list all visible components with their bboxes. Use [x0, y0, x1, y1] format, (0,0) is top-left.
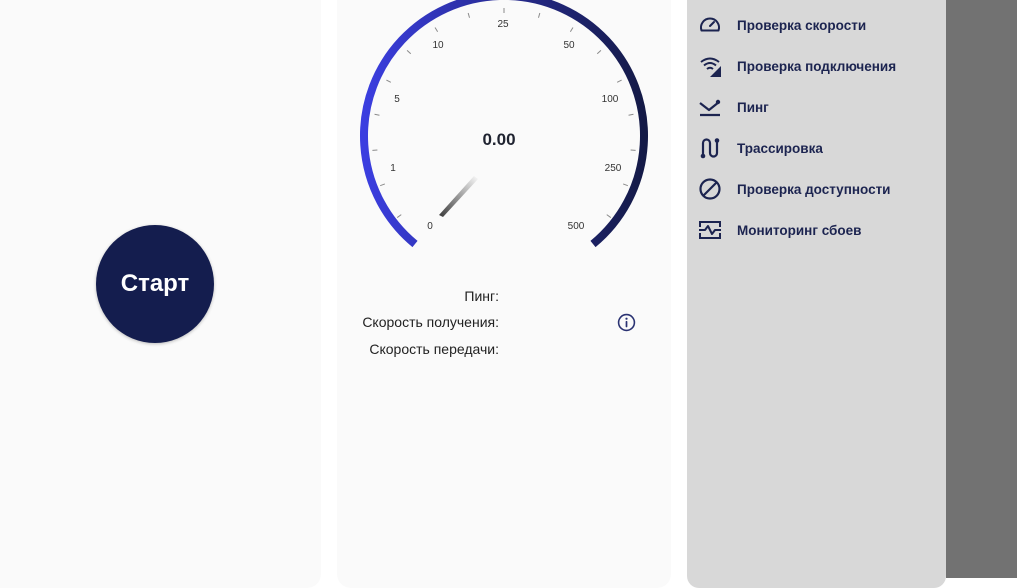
gauge-tick [629, 114, 634, 115]
menu-item-label: Трассировка [737, 141, 823, 156]
gauge-tick [407, 50, 411, 53]
gauge-tick [597, 50, 601, 53]
gauge-label: 5 [394, 94, 400, 105]
gauge-tick [623, 184, 628, 186]
gauge-label: 50 [563, 40, 575, 51]
gauge-label: 500 [568, 221, 585, 232]
menu-item-label: Проверка подключения [737, 59, 896, 74]
gauge-tick [380, 184, 385, 186]
block-icon [697, 176, 723, 202]
gauge-label: 100 [602, 94, 619, 105]
network-check-icon [697, 53, 723, 79]
menu-item-connection-check[interactable]: Проверка подключения [697, 51, 937, 81]
info-icon[interactable] [617, 313, 636, 332]
speedometer-gauge: 0 1 5 10 25 50 100 250 500 0.00 [351, 0, 657, 260]
gauge-tick [468, 13, 469, 18]
gauge-label: 0 [427, 221, 433, 232]
menu-item-label: Проверка скорости [737, 18, 866, 33]
gauge-tick [617, 80, 621, 82]
menu-item-label: Мониторинг сбоев [737, 223, 861, 238]
download-speed-label: Скорость получения: [362, 314, 499, 330]
gauge-tick [570, 27, 573, 31]
gauge-needle [439, 176, 478, 217]
menu-item-outage-monitoring[interactable]: Мониторинг сбоев [697, 215, 937, 245]
gauge-value: 0.00 [482, 130, 515, 149]
gauge-tick [435, 27, 438, 31]
gauge-label: 25 [497, 19, 509, 30]
gauge-tick [607, 215, 611, 218]
gauge-label: 10 [432, 40, 444, 51]
drawer-scrim[interactable] [946, 0, 1017, 578]
menu-item-label: Проверка доступности [737, 182, 890, 197]
menu-item-label: Пинг [737, 100, 769, 115]
speedometer-icon [697, 12, 723, 38]
gauge-tick [397, 215, 401, 218]
monitoring-icon [697, 217, 723, 243]
gauge-label: 250 [605, 163, 622, 174]
menu-item-speed-test[interactable]: Проверка скорости [697, 10, 937, 40]
gauge-scale-labels: 0 1 5 10 25 50 100 250 500 [390, 19, 622, 232]
upload-speed-label: Скорость передачи: [369, 341, 499, 357]
gauge-arc [364, 0, 644, 244]
navigation-drawer [687, 0, 946, 588]
gauge-tick [386, 80, 390, 82]
gauge-tick [538, 13, 539, 18]
ping-label: Пинг: [464, 288, 499, 304]
route-icon [697, 135, 723, 161]
start-button[interactable]: Старт [96, 225, 214, 343]
gauge-label: 1 [390, 163, 396, 174]
menu-item-ping[interactable]: Пинг [697, 92, 937, 122]
menu-item-traceroute[interactable]: Трассировка [697, 133, 937, 163]
menu-item-availability-check[interactable]: Проверка доступности [697, 174, 937, 204]
gauge-tick [375, 114, 380, 115]
gauge-ticks [372, 8, 635, 218]
ping-icon [697, 94, 723, 120]
